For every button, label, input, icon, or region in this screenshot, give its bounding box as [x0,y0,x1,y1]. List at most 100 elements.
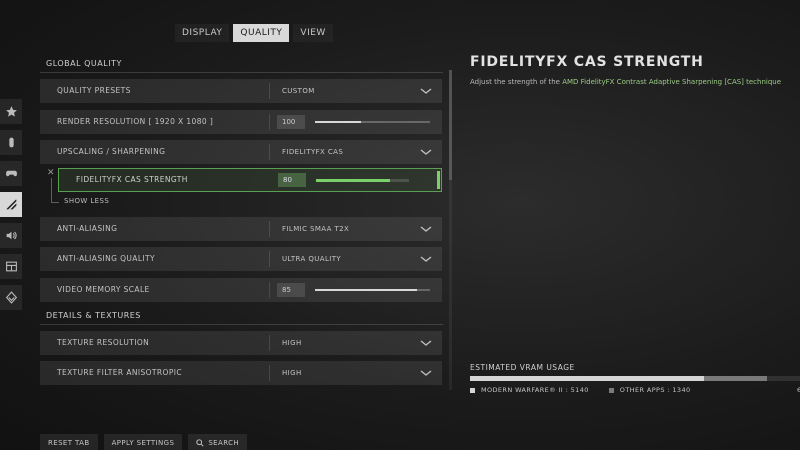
info-description: Adjust the strength of the AMD FidelityF… [470,78,800,86]
cas-strength-input[interactable]: 80 [278,173,306,187]
texture-resolution-label: TEXTURE RESOLUTION [57,338,150,347]
settings-panel: GLOBAL QUALITY QUALITY PRESETS CUSTOM RE… [40,57,443,395]
vram-legend-game-label: MODERN WARFARE® II : 5140 [481,386,589,394]
video-memory-scale-slider-fill [315,289,418,291]
category-sidebar [0,99,22,316]
texture-resolution-row[interactable]: TEXTURE RESOLUTION HIGH [40,331,442,355]
section-title-details-textures: DETAILS & TEXTURES [46,311,141,320]
apply-settings-button[interactable]: APPLY SETTINGS [103,434,183,450]
row-divider [269,335,270,351]
row-divider [269,221,270,237]
row-divider [269,114,270,130]
search-icon [196,439,204,447]
reset-tab-button[interactable]: RESET TAB [40,434,98,450]
tab-display[interactable]: DISPLAY [175,24,230,42]
bottom-actions: RESET TAB APPLY SETTINGS SEARCH [40,434,248,450]
video-memory-scale-row: VIDEO MEMORY SCALE 85 [40,278,442,302]
render-resolution-input[interactable]: 100 [277,115,305,129]
sidebar-item-controller[interactable] [0,130,22,155]
section-divider [40,324,443,325]
row-divider [269,144,270,160]
row-divider [269,83,270,99]
vram-legend-game: MODERN WARFARE® II : 5140 [470,386,589,394]
anti-aliasing-label: ANTI-ALIASING [57,224,118,233]
sidebar-item-audio[interactable] [0,223,22,248]
settings-tabs: DISPLAY QUALITY VIEW [175,24,333,42]
section-title-global-quality: GLOBAL QUALITY [46,59,122,68]
vram-legend-other: OTHER APPS : 1340 [608,386,691,394]
legend-swatch-other [608,387,614,393]
quality-presets-row[interactable]: QUALITY PRESETS CUSTOM [40,79,442,103]
sidebar-item-graphics[interactable] [0,192,22,217]
network-icon [5,291,17,304]
video-memory-scale-label: VIDEO MEMORY SCALE [57,285,150,294]
upscaling-label: UPSCALING / SHARPENING [57,147,166,156]
quality-presets-label: QUALITY PRESETS [57,86,131,95]
texture-filter-value: HIGH [282,369,302,377]
texture-filter-row[interactable]: TEXTURE FILTER ANISOTROPIC HIGH [40,361,442,385]
vram-usage-bar [470,376,800,381]
info-description-highlight: AMD FidelityFX Contrast Adaptive Sharpen… [562,78,782,86]
anti-aliasing-value: FILMIC SMAA T2X [282,225,350,233]
anti-aliasing-row[interactable]: ANTI-ALIASING FILMIC SMAA T2X [40,217,442,241]
quality-presets-value: CUSTOM [282,87,315,95]
cas-strength-row: FIDELITYFX CAS STRENGTH 80 [58,168,442,192]
tab-view[interactable]: VIEW [293,24,333,42]
chevron-down-icon[interactable] [420,368,432,378]
cas-strength-slider-fill [316,179,391,182]
cas-strength-slider[interactable] [316,179,409,182]
chevron-down-icon[interactable] [420,224,432,234]
interface-icon [5,261,17,272]
video-memory-scale-input[interactable]: 85 [277,283,305,297]
legend-swatch-game [470,387,475,393]
speaker-icon [6,231,17,240]
vram-bar-other-segment [704,376,767,381]
texture-filter-label: TEXTURE FILTER ANISOTROPIC [57,368,183,377]
chevron-down-icon[interactable] [420,147,432,157]
row-divider [269,282,270,298]
render-resolution-slider[interactable] [315,121,430,123]
apply-settings-label: APPLY SETTINGS [111,439,175,447]
chevron-down-icon[interactable] [420,86,432,96]
vram-legend: MODERN WARFARE® II : 5140 OTHER APPS : 1… [470,386,691,394]
vram-bar-game-segment [470,376,705,381]
sidebar-item-favorites[interactable] [0,99,22,124]
aa-quality-value: ULTRA QUALITY [282,255,342,263]
vram-title: ESTIMATED VRAM USAGE [470,363,575,372]
sidebar-item-gamepad[interactable] [0,161,22,186]
tree-connector [51,178,52,202]
search-label: SEARCH [208,439,240,447]
controller-icon [8,137,14,148]
star-icon [5,106,17,117]
chevron-down-icon[interactable] [420,338,432,348]
cas-strength-label: FIDELITYFX CAS STRENGTH [76,175,188,184]
show-less-link[interactable]: SHOW LESS [64,197,109,205]
upscaling-row[interactable]: UPSCALING / SHARPENING FIDELITYFX CAS [40,140,442,164]
gamepad-icon [5,170,17,177]
selection-indicator [437,171,440,189]
search-button[interactable]: SEARCH [188,434,248,450]
render-resolution-label: RENDER RESOLUTION [ 1920 X 1080 ] [57,117,214,126]
sidebar-item-interface[interactable] [0,254,22,279]
tab-quality[interactable]: QUALITY [233,24,290,42]
tree-connector [51,202,59,203]
close-icon[interactable]: ✕ [47,168,55,178]
texture-resolution-value: HIGH [282,339,302,347]
aa-quality-row[interactable]: ANTI-ALIASING QUALITY ULTRA QUALITY [40,247,442,271]
render-resolution-slider-fill [315,121,361,123]
reset-tab-label: RESET TAB [48,439,90,447]
info-description-text: Adjust the strength of the [470,78,563,86]
vram-legend-other-label: OTHER APPS : 1340 [619,386,691,394]
chevron-down-icon[interactable] [420,254,432,264]
scrollbar-thumb[interactable] [449,70,452,180]
upscaling-value: FIDELITYFX CAS [282,148,344,156]
aa-quality-label: ANTI-ALIASING QUALITY [57,254,155,263]
section-divider [40,72,443,73]
video-memory-scale-slider[interactable] [315,289,430,291]
render-resolution-row: RENDER RESOLUTION [ 1920 X 1080 ] 100 [40,110,442,134]
settings-scrollbar[interactable] [449,70,452,390]
graphics-icon [6,199,16,210]
row-divider [269,251,270,267]
sidebar-item-network[interactable] [0,285,22,310]
row-divider [269,365,270,381]
